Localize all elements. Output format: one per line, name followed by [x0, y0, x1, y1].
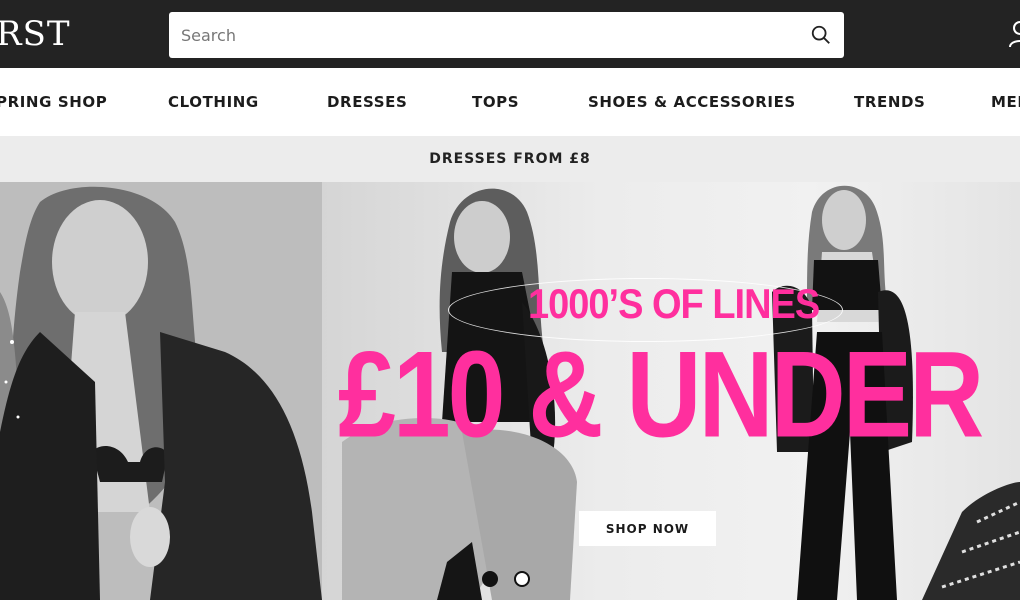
- main-nav: PRING SHOP CLOTHING DRESSES TOPS SHOES &…: [0, 68, 1020, 136]
- carousel-dot-1[interactable]: [482, 571, 498, 587]
- shop-now-button[interactable]: SHOP NOW: [579, 511, 716, 546]
- hero-image-left: [0, 182, 322, 600]
- headline-lines: 1000’S OF LINES: [528, 281, 820, 329]
- nav-item-dresses[interactable]: DRESSES: [327, 68, 407, 136]
- model-photo-left: [0, 182, 322, 600]
- site-logo[interactable]: RST: [0, 12, 71, 56]
- hero-carousel: 1000’S OF LINES £10 & UNDER SHOP NOW: [0, 182, 1020, 600]
- nav-item-trends[interactable]: TRENDS: [854, 68, 925, 136]
- headline-price: £10 & UNDER: [338, 326, 984, 464]
- nav-item-men[interactable]: MEN: [991, 68, 1020, 136]
- search-input[interactable]: [181, 12, 791, 58]
- promo-banner[interactable]: DRESSES FROM £8: [0, 136, 1020, 182]
- promo-text: DRESSES FROM £8: [429, 151, 591, 167]
- search-icon[interactable]: [810, 24, 832, 46]
- user-icon[interactable]: [1008, 20, 1020, 48]
- search-bar[interactable]: [169, 12, 844, 58]
- nav-item-spring-shop[interactable]: PRING SHOP: [0, 68, 107, 136]
- site-header: RST: [0, 0, 1020, 68]
- nav-item-shoes-accessories[interactable]: SHOES & ACCESSORIES: [588, 68, 796, 136]
- carousel-dot-2[interactable]: [514, 571, 530, 587]
- nav-item-clothing[interactable]: CLOTHING: [168, 68, 259, 136]
- nav-item-tops[interactable]: TOPS: [472, 68, 519, 136]
